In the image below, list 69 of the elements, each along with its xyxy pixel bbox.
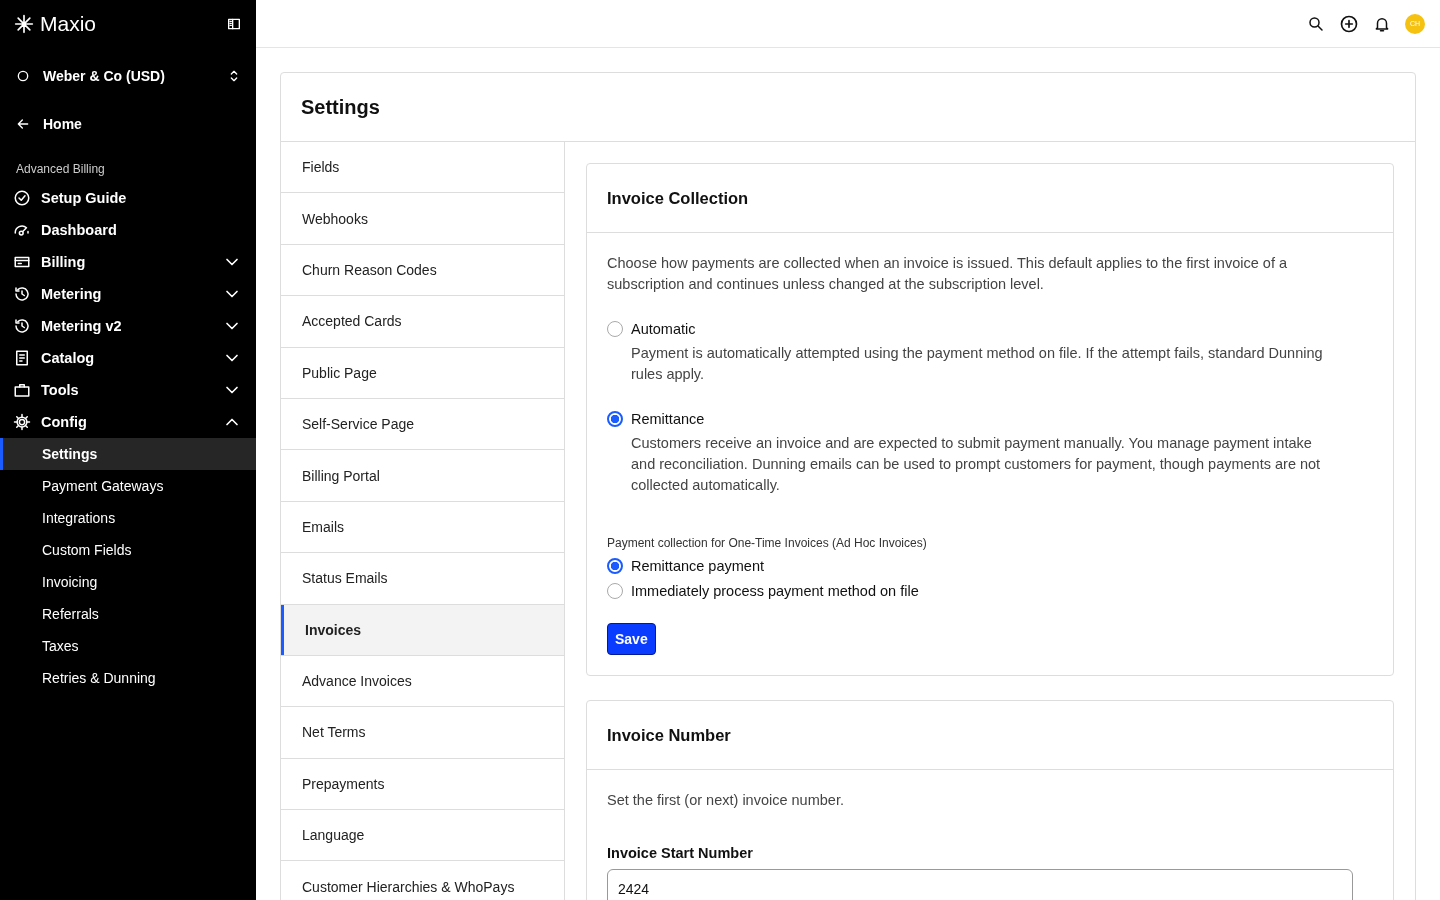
sidebar-toggle-icon[interactable] [226, 16, 242, 32]
nav-subitem[interactable]: Payment Gateways [0, 470, 256, 502]
settings-menu-item[interactable]: Emails [281, 501, 564, 554]
history-icon [13, 317, 31, 335]
settings-menu-item[interactable]: Self-Service Page [281, 398, 564, 451]
history-icon [13, 285, 31, 303]
radio-button[interactable] [607, 558, 623, 574]
card-title: Invoice Collection [587, 164, 1393, 233]
home-link[interactable]: Home [0, 108, 256, 140]
save-button[interactable]: Save [607, 623, 656, 655]
settings-menu-item[interactable]: Public Page [281, 347, 564, 399]
nav-subitem[interactable]: Integrations [0, 502, 256, 534]
brand-name: Maxio [40, 12, 97, 36]
option-description: Customers receive an invoice and are expected to submit payment manually. You manage payment intake and reconciliation. Dunning emails can be used to prompt customers for payment, though payments are not collected automatically. [631, 434, 1322, 495]
radio-button[interactable] [607, 411, 623, 427]
settings-menu-item[interactable]: Churn Reason Codes [281, 244, 564, 297]
card-description: Choose how payments are collected when an invoice is issued. This default applies to the first invoice of a subscription and continues unless changed at the subscription level. [607, 254, 1288, 294]
settings-menu-item[interactable]: Customer Hierarchies & WhoPays [281, 861, 564, 900]
nav-subitem[interactable]: Settings [0, 438, 256, 470]
radio-label: Remittance payment [631, 558, 764, 574]
page-title: Settings [281, 73, 1415, 142]
settings-menu-item[interactable]: Invoices [281, 604, 564, 656]
settings-menu-item[interactable]: Language [281, 810, 564, 862]
nav-item[interactable]: Metering [0, 278, 256, 310]
nav-subitem[interactable]: Referrals [0, 598, 256, 630]
arrow-left-icon [15, 116, 31, 132]
radio-label: Immediately process payment method on file [631, 583, 919, 599]
settings-menu-item[interactable]: Fields [281, 142, 564, 194]
panel-icon [226, 16, 242, 32]
account-switcher[interactable]: Weber & Co (USD) [0, 56, 256, 96]
nav-subitem[interactable]: Invoicing [0, 566, 256, 598]
nav-item[interactable]: Dashboard [0, 214, 256, 246]
briefcase-icon [13, 381, 31, 399]
field-label: Invoice Start Number [607, 845, 754, 861]
section-label: Advanced Billing [15, 162, 106, 176]
settings-menu-item[interactable]: Webhooks [281, 193, 564, 245]
group-label: Payment collection for One-Time Invoices (Ad Hoc Invoices) [607, 536, 928, 550]
circle-icon [15, 68, 31, 84]
radio-label: Remittance [631, 411, 705, 427]
nav-item[interactable]: Catalog [0, 342, 256, 374]
nav-item[interactable]: Config [0, 406, 256, 438]
settings-menu-item[interactable]: Billing Portal [281, 450, 564, 502]
nav-item[interactable]: Billing [0, 246, 256, 278]
card-description: Set the first (or next) invoice number. [607, 791, 845, 810]
settings-menu-item[interactable]: Accepted Cards [281, 296, 564, 348]
document-icon [13, 349, 31, 367]
nav-subitem[interactable]: Taxes [0, 630, 256, 662]
settings-menu-item[interactable]: Status Emails [281, 553, 564, 605]
nav-subitem[interactable]: Retries & Dunning [0, 662, 256, 694]
settings-menu-item[interactable]: Net Terms [281, 707, 564, 759]
magnifier-icon [1307, 14, 1325, 33]
card-title: Invoice Number [587, 701, 1393, 770]
check-circle-icon [13, 189, 31, 207]
radio-label: Automatic [631, 321, 696, 337]
input-field[interactable]: 2424 [607, 869, 1353, 900]
radio-button[interactable] [607, 583, 623, 599]
settings-menu-item[interactable]: Prepayments [281, 758, 564, 811]
gear-icon [13, 413, 31, 431]
radio-button[interactable] [607, 321, 623, 337]
add-icon[interactable] [1339, 13, 1359, 34]
nav-item[interactable]: Tools [0, 374, 256, 406]
plus-circle-icon [1339, 13, 1359, 34]
nav-item[interactable]: Metering v2 [0, 310, 256, 342]
nav-item[interactable]: Setup Guide [0, 182, 256, 214]
search-icon[interactable] [1307, 14, 1325, 33]
option-description: Payment is automatically attempted using the payment method on file. If the attempt fails, standard Dunning rules apply. [631, 344, 1324, 384]
asterisk-logo-icon [14, 14, 34, 34]
settings-menu-item[interactable]: Advance Invoices [281, 655, 564, 708]
nav-subitem[interactable]: Custom Fields [0, 534, 256, 566]
